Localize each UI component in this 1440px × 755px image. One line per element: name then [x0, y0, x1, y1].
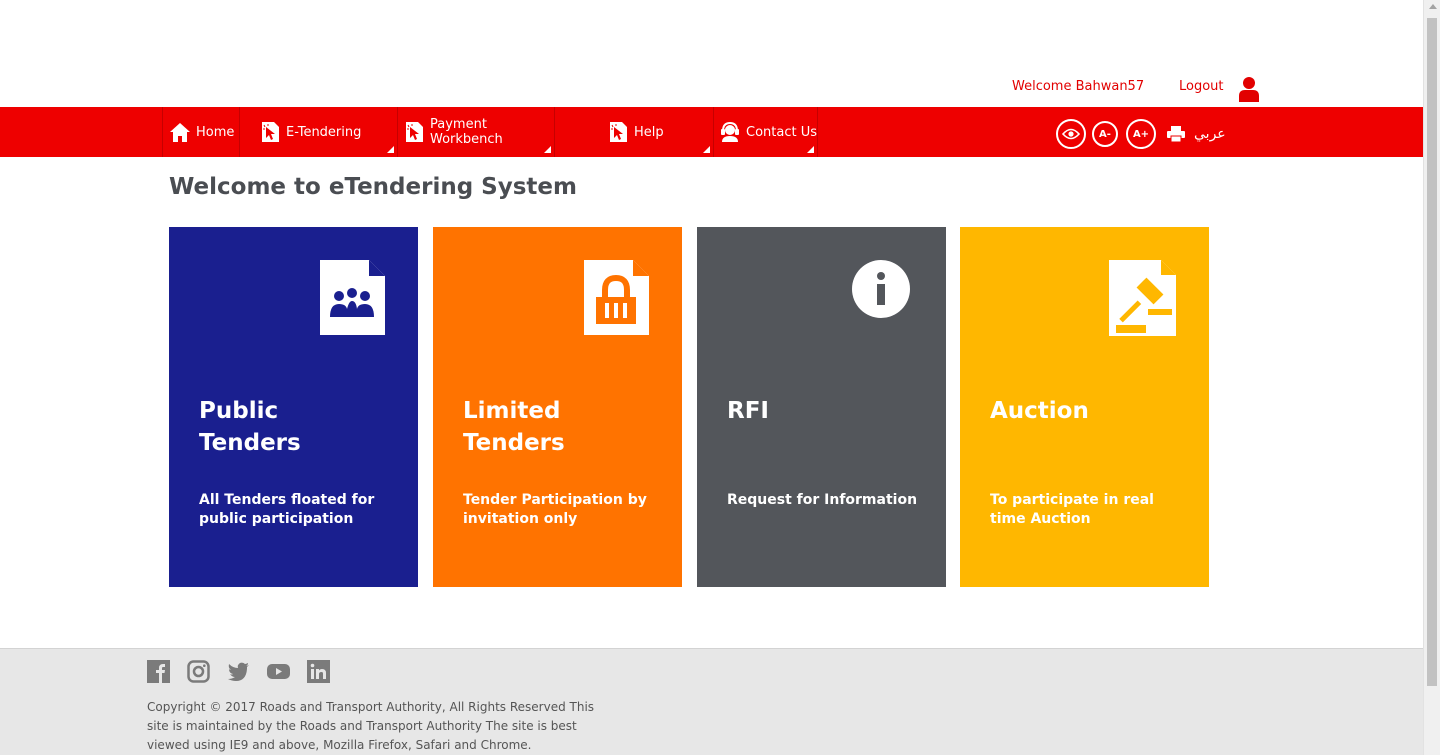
card-limited-tenders[interactable]: Limited Tenders Tender Participation by … — [433, 227, 682, 587]
card-title: Public Tenders — [199, 398, 301, 456]
scroll-up-arrow-icon[interactable] — [1429, 4, 1437, 9]
user-bar: Welcome Bahwan57 Logout — [0, 76, 1423, 102]
nav-e-tendering[interactable]: E-Tendering — [239, 107, 397, 157]
social-links — [147, 660, 347, 683]
print-icon[interactable] — [1166, 125, 1186, 143]
page-footer: Copyright © 2017 Roads and Transport Aut… — [0, 648, 1423, 755]
page-scrollbar[interactable] — [1423, 0, 1440, 755]
dropdown-indicator — [387, 146, 394, 153]
gavel-document-icon — [1109, 260, 1176, 336]
card-title: Auction — [990, 398, 1089, 424]
welcome-user-text: Welcome Bahwan57 — [1012, 79, 1145, 94]
nav-home-label: Home — [196, 124, 235, 140]
card-description: Tender Participation by invitation only — [463, 492, 647, 527]
dropdown-indicator — [807, 146, 814, 153]
nav-home[interactable]: Home — [162, 107, 239, 157]
nav-help-label: Help — [634, 124, 664, 140]
home-icon — [170, 123, 190, 142]
dropdown-indicator — [703, 146, 710, 153]
nav-payment-workbench-label: Payment Workbench — [430, 117, 503, 147]
instagram-icon[interactable] — [187, 660, 210, 683]
card-title: Limited Tenders — [463, 398, 565, 456]
scrollbar-thumb[interactable] — [1427, 18, 1437, 686]
headset-icon — [721, 121, 739, 142]
eye-icon — [1062, 128, 1080, 140]
twitter-icon[interactable] — [227, 660, 250, 683]
contrast-toggle[interactable] — [1056, 119, 1086, 149]
logout-link[interactable]: Logout — [1179, 79, 1224, 94]
copyright-text: Copyright © 2017 Roads and Transport Aut… — [147, 700, 595, 752]
nav-contact-us[interactable]: Contact Us — [713, 107, 817, 157]
card-rfi[interactable]: RFI Request for Information — [697, 227, 946, 587]
card-description: Request for Information — [727, 492, 918, 508]
card-title: RFI — [727, 398, 769, 424]
info-icon — [852, 260, 910, 318]
card-public-tenders[interactable]: Public Tenders All Tenders floated for p… — [169, 227, 418, 587]
nav-help[interactable]: Help — [554, 107, 713, 157]
document-cursor-icon — [406, 122, 423, 142]
nav-contact-us-label: Contact Us — [746, 124, 817, 140]
facebook-icon[interactable] — [147, 660, 170, 683]
nav-divider — [817, 107, 818, 157]
font-decrease-button[interactable]: A- — [1092, 121, 1118, 147]
document-cursor-icon — [610, 122, 627, 142]
card-description: To participate in real time Auction — [990, 492, 1154, 527]
linkedin-icon[interactable] — [307, 660, 330, 683]
dropdown-indicator — [544, 146, 551, 153]
font-increase-button[interactable]: A+ — [1126, 119, 1156, 149]
youtube-icon[interactable] — [267, 660, 290, 683]
card-auction[interactable]: Auction To participate in real time Auct… — [960, 227, 1209, 587]
nav-payment-workbench[interactable]: Payment Workbench — [397, 107, 554, 157]
people-document-icon — [320, 260, 385, 335]
main-navbar: Home E-Tendering Payment Workbench Help — [0, 107, 1423, 157]
card-description: All Tenders floated for public participa… — [199, 492, 375, 527]
lock-document-icon — [584, 260, 649, 335]
user-icon[interactable] — [1238, 76, 1260, 102]
nav-e-tendering-label: E-Tendering — [286, 124, 362, 140]
document-cursor-icon — [262, 122, 279, 142]
language-switch[interactable]: عربي — [1194, 126, 1226, 142]
page-title: Welcome to eTendering System — [169, 174, 577, 200]
accessibility-tools: A- A+ عربي — [1056, 119, 1226, 149]
